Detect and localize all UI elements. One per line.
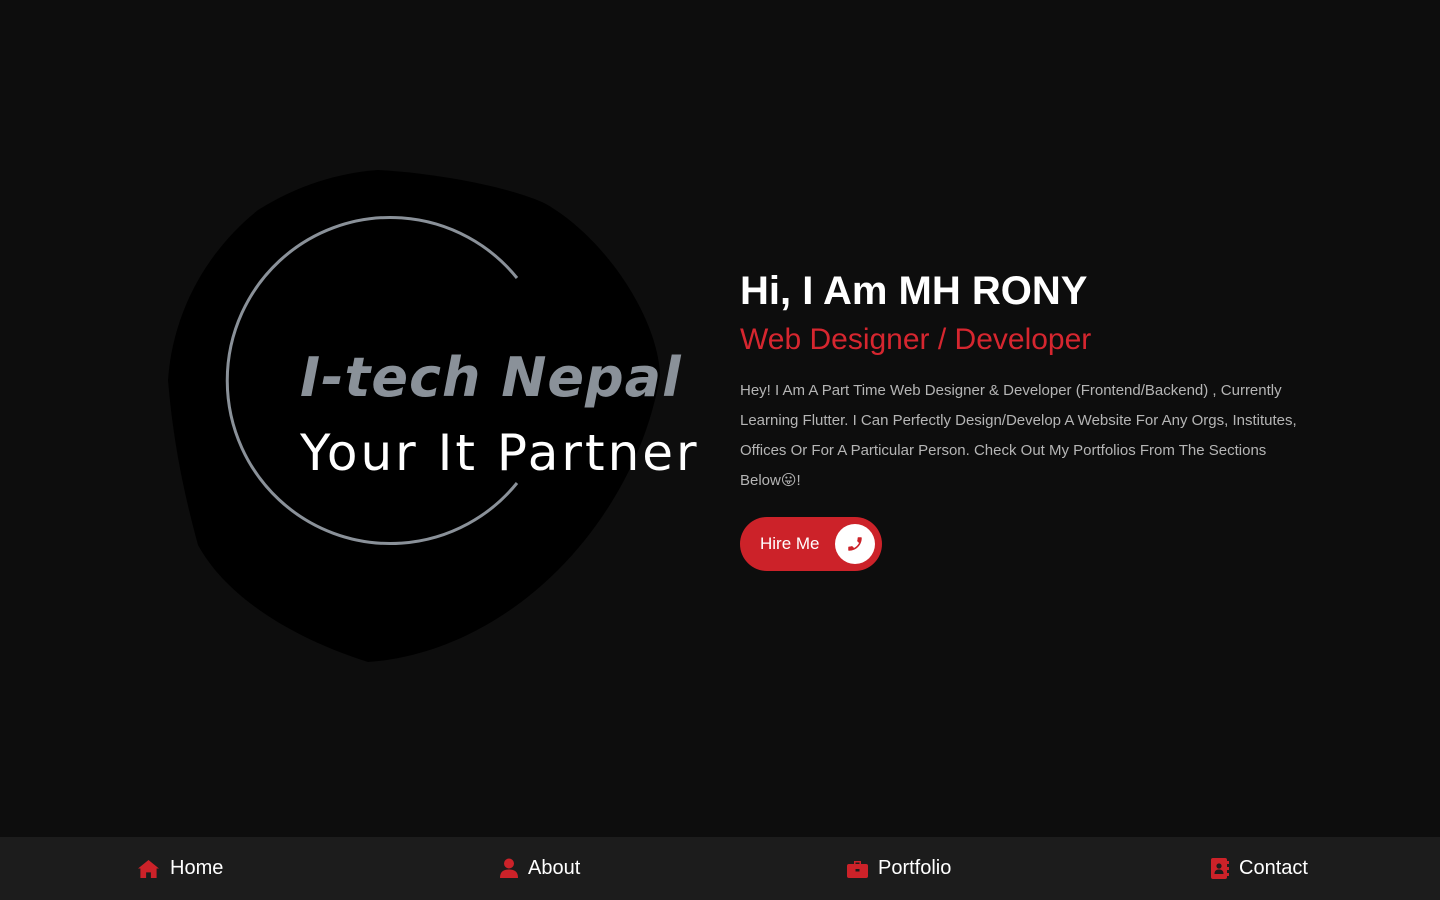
home-icon (137, 859, 160, 879)
logo-tagline-text: Your It Partner (300, 424, 700, 482)
hero-description: Hey! I Am A Part Time Web Designer & Dev… (740, 382, 1297, 489)
nav-item-contact[interactable]: Contact (1211, 837, 1308, 900)
hero-logo-image: I-tech Nepal Your It Partner (168, 170, 697, 662)
hero-text-block: Hi, I Am MH RONY Web Designer / Develope… (740, 266, 1310, 571)
user-icon (500, 858, 518, 879)
logo-brand-text: I-tech Nepal (300, 346, 682, 409)
hero-title: Hi, I Am MH RONY (740, 269, 1088, 313)
page: I-tech Nepal Your It Partner Hi, I Am MH… (0, 0, 1440, 900)
nav-label-portfolio: Portfolio (878, 857, 952, 879)
nav-label-contact: Contact (1239, 857, 1308, 879)
address-book-icon (1211, 858, 1229, 879)
nav-item-home[interactable]: Home (137, 837, 223, 900)
logo-blob (168, 170, 660, 662)
hire-me-label: Hire Me (760, 534, 820, 553)
hire-me-button[interactable]: Hire Me (740, 517, 882, 571)
phone-icon (834, 524, 875, 564)
briefcase-icon (847, 859, 868, 878)
nav-item-about[interactable]: About (500, 837, 580, 900)
hero-subtitle: Web Designer / Developer (740, 323, 1092, 356)
nav-label-about: About (528, 857, 581, 879)
nav-item-portfolio[interactable]: Portfolio (847, 837, 951, 900)
nav-label-home: Home (170, 857, 224, 879)
bottom-nav: Home About Portfolio Contact (0, 837, 1440, 900)
